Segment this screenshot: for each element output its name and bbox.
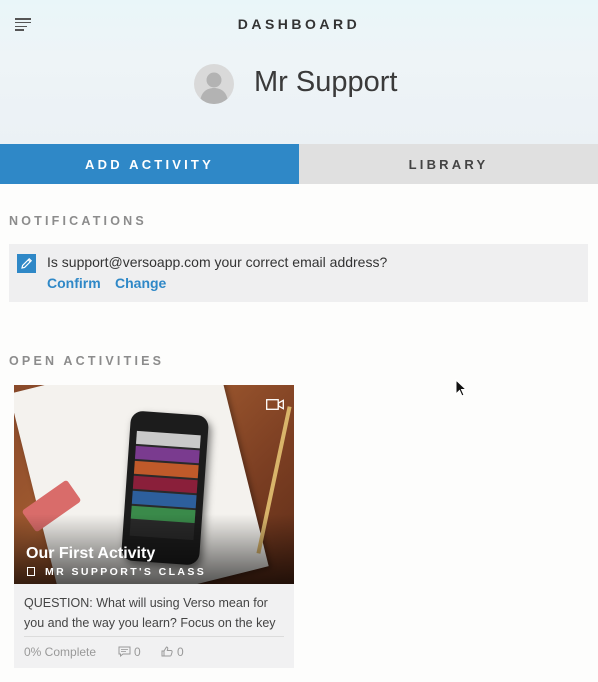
card-divider	[24, 636, 284, 637]
activity-title: Our First Activity	[26, 545, 156, 562]
change-link[interactable]: Change	[115, 275, 166, 291]
avatar	[194, 64, 234, 104]
comment-icon	[118, 646, 131, 657]
confirm-link[interactable]: Confirm	[47, 275, 101, 291]
like-count: 0	[177, 645, 184, 659]
header: DASHBOARD Mr Support	[0, 0, 598, 144]
notifications-heading: NOTIFICATIONS	[9, 214, 147, 228]
notification-message: Is support@versoapp.com your correct ema…	[47, 254, 388, 270]
pencil-edit-icon	[17, 254, 36, 273]
avatar-icon	[200, 72, 228, 104]
user-name: Mr Support	[254, 66, 398, 98]
activity-card[interactable]: Our First Activity MR SUPPORT'S CLASS QU…	[14, 385, 294, 668]
activity-complete: 0% Complete	[24, 645, 97, 659]
open-activities-heading: OPEN ACTIVITIES	[9, 354, 165, 368]
activity-question: QUESTION: What will using Verso mean for…	[24, 596, 276, 630]
activity-class: MR SUPPORT'S CLASS	[45, 566, 207, 578]
notification-item: Is support@versoapp.com your correct ema…	[9, 244, 588, 302]
class-book-icon	[27, 567, 35, 576]
tab-library[interactable]: LIBRARY	[299, 144, 598, 184]
mouse-cursor-icon	[455, 379, 467, 397]
comment-count: 0	[134, 645, 141, 659]
tab-bar: ADD ACTIVITY LIBRARY	[0, 144, 598, 184]
page-title: DASHBOARD	[237, 16, 361, 32]
activity-image[interactable]: Our First Activity MR SUPPORT'S CLASS	[14, 385, 294, 584]
video-icon	[266, 399, 284, 410]
tab-add-activity[interactable]: ADD ACTIVITY	[0, 144, 299, 184]
like-icon	[161, 646, 173, 657]
